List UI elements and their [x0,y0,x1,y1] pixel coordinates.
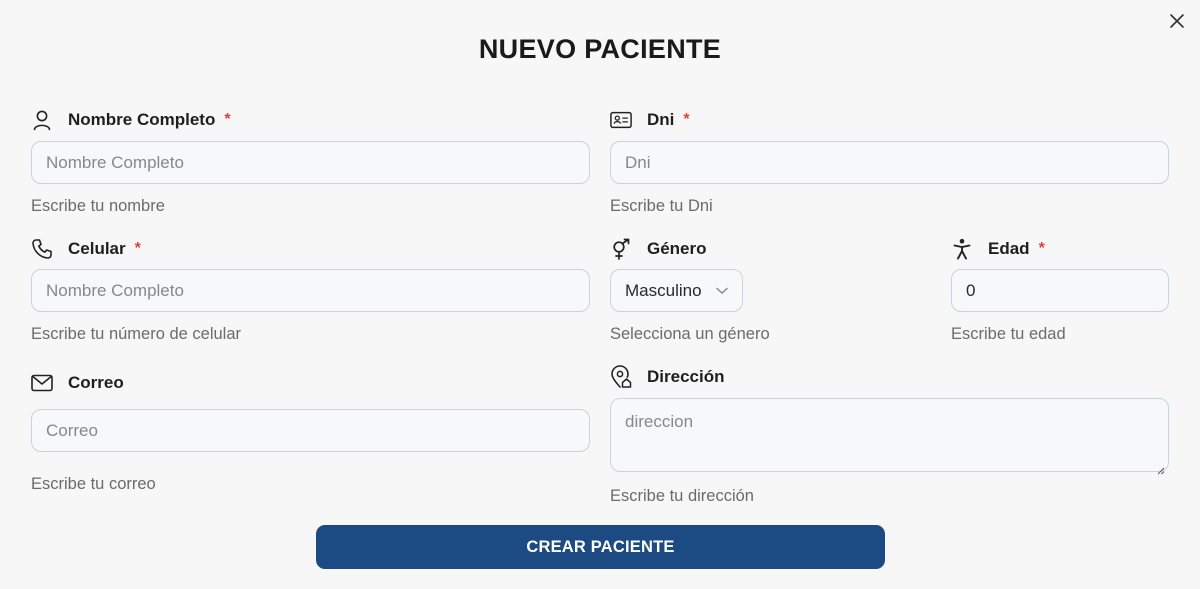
modal-title: NUEVO PACIENTE [478,34,722,64]
edad-input[interactable]: 0 [951,269,1169,312]
new-patient-modal: NUEVO PACIENTE Nombre Completo * Nombre … [0,0,1200,589]
close-button[interactable] [1168,12,1186,30]
user-icon [31,109,53,131]
mail-icon [31,372,53,394]
dni-helper: Escribe tu Dni [610,197,713,215]
edad-label: Edad [988,239,1030,258]
location-home-icon [610,365,632,388]
genero-label: Género [647,239,707,258]
field-genero-label: Género [610,236,707,262]
field-edad-label: Edad * [951,236,1045,262]
gender-icon [610,238,632,260]
field-dni-label: Dni * [610,107,690,133]
correo-input[interactable]: Correo [31,409,590,452]
required-mark: * [1038,240,1045,257]
field-celular-label: Celular * [31,236,141,262]
direccion-placeholder: direccion [625,412,694,431]
nombre-input[interactable]: Nombre Completo [31,141,590,184]
phone-icon [31,238,53,260]
direccion-helper: Escribe tu dirección [610,487,754,505]
edad-helper: Escribe tu edad [951,325,1066,343]
dni-label: Dni [647,110,675,129]
field-direccion-label: Dirección [610,364,724,390]
genero-selected-value: Masculino [625,280,702,300]
direccion-label: Dirección [647,367,725,386]
person-accessibility-icon [951,238,973,260]
celular-label: Celular [68,239,126,258]
close-icon [1170,14,1184,28]
genero-helper: Selecciona un género [610,325,770,343]
create-patient-button[interactable]: CREAR PACIENTE [316,525,885,569]
direccion-textarea[interactable]: direccion [610,398,1169,475]
celular-input[interactable]: Nombre Completo [31,269,590,312]
id-card-icon [610,109,632,131]
celular-helper: Escribe tu número de celular [31,325,242,343]
correo-label: Correo [68,373,124,392]
required-mark: * [134,240,141,257]
dni-input[interactable]: Dni [610,141,1169,184]
nombre-helper: Escribe tu nombre [31,197,165,215]
chevron-down-icon [715,287,728,295]
field-nombre-label: Nombre Completo * [31,107,231,133]
required-mark: * [224,111,231,128]
field-correo-label: Correo [31,370,124,396]
genero-select[interactable]: Masculino [610,269,743,312]
resize-handle-icon[interactable] [1157,460,1165,475]
required-mark: * [683,111,690,128]
correo-helper: Escribe tu correo [31,475,156,493]
nombre-label: Nombre Completo [68,110,216,129]
